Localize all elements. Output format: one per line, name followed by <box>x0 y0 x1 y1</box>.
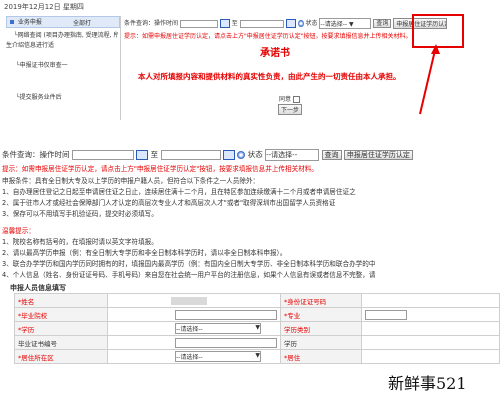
top-start-date-input[interactable] <box>179 19 218 28</box>
cert-no-cell <box>107 335 281 350</box>
residence-label: *居住 <box>280 349 362 364</box>
chevron-down-icon: ▼ <box>255 324 260 331</box>
degree-type-cell <box>361 321 500 336</box>
condition-1: 1、自办理居住登记之日起至申请居住证之日止，连续居住满十二个月，且在特区参加连续… <box>2 188 356 196</box>
notice-3: 3、联合办学学历和国内学历同时拥有的时，填报国内最高学历（例：有国内全日制大专学… <box>2 260 376 268</box>
top-query-button[interactable]: 查询 <box>373 19 392 28</box>
tip-line: 提示：如需申报居住证学历认定，请点击上方"申报居住证学历认定"按钮，按要求填报信… <box>2 165 318 173</box>
gap <box>0 128 500 146</box>
chevron-down-icon: ▼ <box>255 352 260 359</box>
condition-3: 3、保存可以不用填写手机验证码，提交时必须填写。 <box>2 210 158 218</box>
applicant-form: *姓名 *身份证证号码 *毕业院校 *专业 *学历 --请选择-- ▼ 学历类别… <box>14 293 500 364</box>
residence-cell <box>361 349 500 364</box>
degree-type-label: 学历类别 <box>280 321 362 336</box>
region-cell: --请选择-- ▼ <box>107 349 281 364</box>
end-calendar-icon[interactable] <box>222 150 235 160</box>
top-dash: 至 <box>231 20 238 27</box>
date-bar: 2019年12月12日 星期四 <box>4 3 84 11</box>
agree-row: 同意 <box>279 94 300 103</box>
end-date-input[interactable] <box>160 150 221 160</box>
menu-tab-extra[interactable]: 全部打 <box>73 18 91 27</box>
degree-label: *学历 <box>14 321 108 336</box>
start-calendar-icon[interactable] <box>136 150 149 160</box>
promise-title: 承诺书 <box>260 48 290 59</box>
notice-2: 2、请以最高学历申报（例：有全日制大专学历和非全日制本科学历时，请以非全日制本科… <box>2 249 287 257</box>
status-select[interactable]: --请选择-- <box>265 149 320 161</box>
top-status-select[interactable]: --请选择-- ▼ <box>319 18 372 29</box>
left-menu: 业务申报 全部打 └网络查阅 (项目办理指南, 受理流程, 所需材料, 填写说明… <box>6 16 120 122</box>
query-button[interactable]: 查询 <box>321 150 342 160</box>
conditions-head: 申报条件：具有全日制大专及以上学历的申报户籍人员，但符合以下条件之一人员除外： <box>2 177 260 185</box>
top-status-icon <box>297 20 304 27</box>
next-button[interactable]: 下一步 <box>278 104 303 115</box>
promise-text: 本人对所填报内容和提供材料的真实性负责，由此产生的一切责任由本人承担。 <box>138 72 401 81</box>
menu-item-cert[interactable]: └申报证书仅审查一 <box>16 60 68 69</box>
form-section-title: 申报人员信息填写 <box>10 284 66 292</box>
school-label: *毕业院校 <box>14 307 108 322</box>
cert-no-label: 毕业证书编号 <box>14 335 108 350</box>
status-icon <box>237 151 246 159</box>
query-bar: 条件查询：操作时间 至 状态 --请选择-- 查询 申报居住证学历认定 <box>2 149 413 161</box>
menu-item-submit[interactable]: └提交服务业件后 <box>16 92 62 101</box>
region-select-value: --请选择-- <box>176 354 203 361</box>
region-label: *居住所在区 <box>14 349 108 364</box>
condition-2: 2、属于驻市人才或经社会保障部门人才认定的高层次专业人才和高层次人才"或者"取得… <box>2 199 336 207</box>
degree-select-value: --请选择-- <box>176 326 203 333</box>
cert-no-input[interactable] <box>175 337 277 348</box>
top-end-calendar-icon[interactable] <box>285 19 296 28</box>
menu-tab[interactable]: 业务申报 全部打 <box>6 16 120 28</box>
menu-tab-label: 业务申报 <box>17 19 42 26</box>
date-dash: 至 <box>150 150 159 159</box>
start-date-input[interactable] <box>71 150 134 160</box>
apply-button[interactable]: 申报居住证学历认定 <box>343 150 413 160</box>
region-select[interactable]: --请选择-- ▼ <box>175 351 261 362</box>
menu-tab-icon <box>10 20 14 24</box>
top-status-label: 状态 <box>305 20 318 27</box>
notice-1: 1、院校名称有括号的，在填报时请以英文字符填报。 <box>2 238 158 246</box>
notice-head: 温馨提示： <box>2 227 35 235</box>
menu-item-guide-extra: 生介绍信息进行适 <box>6 42 55 49</box>
name-cell <box>107 293 281 308</box>
study-cell <box>361 335 500 350</box>
query-label: 条件查询：操作时间 <box>2 150 70 159</box>
top-query-label: 条件查询：操作时间 <box>124 20 179 27</box>
notice-4: 4、个人信息（姓名、身份证证号码、手机号码）来自您在社会统一用户平台的注册信息，… <box>2 271 376 279</box>
major-input[interactable] <box>365 309 407 320</box>
agree-label: 同意 <box>279 96 292 103</box>
annotation-box <box>412 14 464 48</box>
major-cell <box>361 307 500 322</box>
top-end-date-input[interactable] <box>239 19 284 28</box>
school-cell <box>107 307 281 322</box>
degree-cell: --请选择-- ▼ <box>107 321 281 336</box>
degree-select[interactable]: --请选择-- ▼ <box>175 323 261 334</box>
major-label: *专业 <box>280 307 362 322</box>
status-label: 状态 <box>247 150 263 159</box>
school-input[interactable] <box>175 309 277 320</box>
name-label: *姓名 <box>14 293 108 308</box>
top-start-calendar-icon[interactable] <box>219 19 230 28</box>
idno-cell <box>361 293 500 308</box>
menu-item-guide[interactable]: └网络查阅 (项目办理指南, 受理流程, 所需材料, 填写说明) <box>14 30 118 39</box>
study-label: 学历 <box>280 335 362 350</box>
top-tip: 提示：如需申报居住证学历认定，请点击上方"申报居住证学历认定"按钮，按要求填报信… <box>124 33 412 40</box>
watermark: 新鲜事521 <box>386 370 469 394</box>
idno-label: *身份证证号码 <box>280 293 362 308</box>
menu-divider <box>120 16 121 120</box>
agree-checkbox[interactable] <box>292 96 300 103</box>
name-field[interactable] <box>171 296 207 305</box>
